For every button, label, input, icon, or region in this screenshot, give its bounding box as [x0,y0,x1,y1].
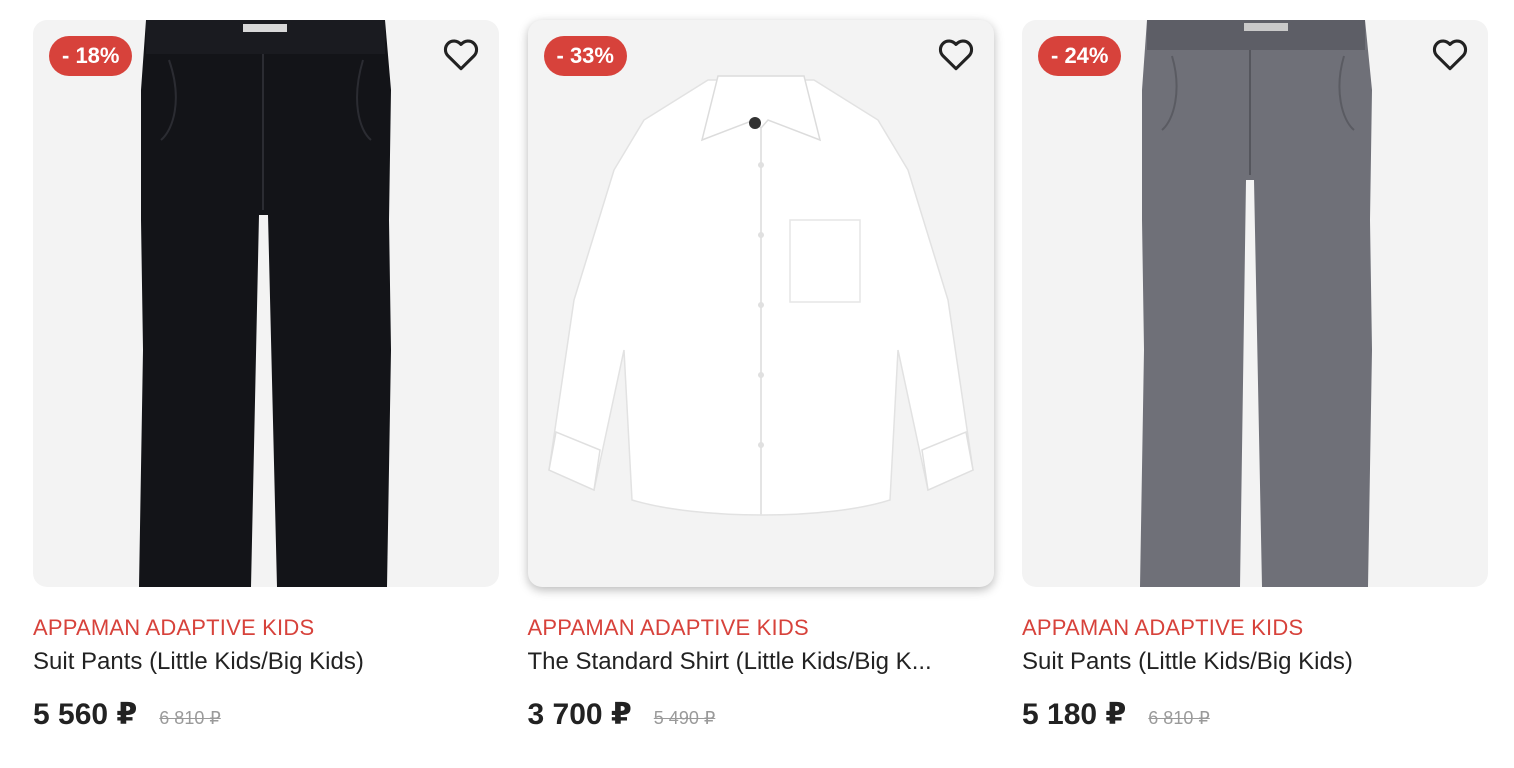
product-brand[interactable]: APPAMAN ADAPTIVE KIDS [1022,615,1488,641]
price-row: 3 700 ₽ 5 490 ₽ [528,697,994,733]
product-image-black-pants [139,20,391,587]
product-image-white-shirt [547,75,974,516]
heart-outline-icon [443,39,479,71]
product-card[interactable]: - 18% APPAMAN ADAPTIVE KIDS Suit Pants (… [33,20,499,733]
discount-badge: - 18% [49,36,133,76]
price-row: 5 180 ₽ 6 810 ₽ [1022,697,1488,733]
favorite-button[interactable] [1430,34,1470,74]
favorite-button[interactable] [441,34,481,74]
favorite-button[interactable] [936,34,976,74]
heart-outline-icon [938,39,973,71]
current-price: 3 700 ₽ [527,698,632,731]
old-price: 5 490 ₽ [653,708,716,728]
heart-outline-icon [1432,39,1468,71]
product-image-area[interactable]: - 33% [527,20,994,587]
old-price: 6 810 ₽ [1148,708,1210,728]
product-image-area[interactable]: - 18% [33,20,499,587]
product-brand[interactable]: APPAMAN ADAPTIVE KIDS [528,615,994,641]
product-card[interactable]: - 33% APPAMAN ADAPTIVE KIDS The Standard… [527,20,994,733]
product-image-area[interactable]: - 24% [1022,20,1488,587]
price-row: 5 560 ₽ 6 810 ₽ [33,697,499,733]
product-image-grey-pants [1140,20,1372,587]
current-price: 5 560 ₽ [33,698,138,731]
product-name[interactable]: Suit Pants (Little Kids/Big Kids) [1022,647,1488,677]
product-name[interactable]: Suit Pants (Little Kids/Big Kids) [33,647,499,677]
product-card[interactable]: - 24% APPAMAN ADAPTIVE KIDS Suit Pants (… [1022,20,1488,733]
product-name[interactable]: The Standard Shirt (Little Kids/Big K... [528,647,994,677]
current-price: 5 180 ₽ [1022,698,1127,731]
discount-badge: - 24% [1038,36,1122,76]
product-grid: - 18% APPAMAN ADAPTIVE KIDS Suit Pants (… [33,20,1488,733]
discount-badge: - 33% [543,36,627,76]
old-price: 6 810 ₽ [159,708,221,728]
product-brand[interactable]: APPAMAN ADAPTIVE KIDS [33,615,499,641]
